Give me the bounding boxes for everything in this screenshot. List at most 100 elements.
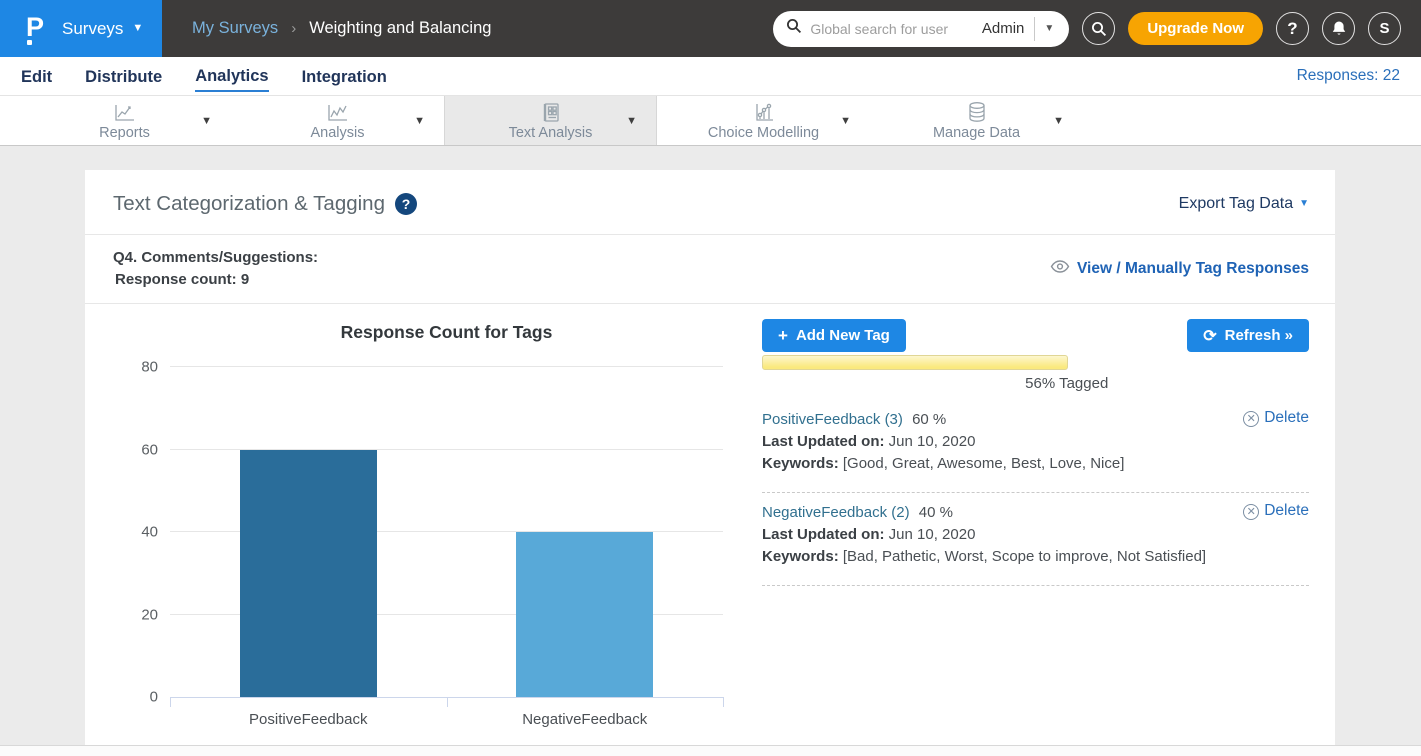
questionpro-logo-icon: P [26,14,48,44]
search-icon [786,18,802,39]
database-icon [966,101,988,123]
tag-row-negativefeedback: NegativeFeedback (2) 40 % Last Updated o… [762,493,1309,586]
view-manually-tag-link[interactable]: View / Manually Tag Responses [1050,260,1309,278]
keywords-value: [Bad, Pathetic, Worst, Scope to improve,… [843,548,1206,565]
breadcrumb-current-survey: Weighting and Balancing [309,19,491,38]
search-scope-selector[interactable]: Admin [982,20,1025,37]
chevron-down-icon[interactable]: ▼ [626,116,637,127]
tab-label: Reports [99,125,150,141]
export-tag-data-dropdown[interactable]: Export Tag Data ▼ [1179,195,1309,213]
survey-nav: Edit Distribute Analytics Integration Re… [0,57,1421,96]
tab-label: Manage Data [933,125,1020,141]
tagged-progress-fill [762,355,1068,370]
x-axis-tick [723,697,724,707]
refresh-button[interactable]: ⟳ Refresh » [1187,319,1309,352]
x-label-negativefeedback: NegativeFeedback [447,711,724,728]
nav-analytics[interactable]: Analytics [195,60,268,92]
tag-name-link[interactable]: NegativeFeedback (2) [762,504,910,521]
help-button[interactable]: ? [1276,12,1309,45]
tab-choice-modelling[interactable]: Choice Modelling ▼ [657,96,870,145]
chart-plot-wrap: 020406080 [170,367,723,698]
bar-positivefeedback[interactable] [240,450,377,698]
x-axis-tick [170,697,171,707]
nav-integration[interactable]: Integration [302,61,387,91]
question-row: Q4. Comments/Suggestions: Response count… [85,235,1335,304]
keywords-value: [Good, Great, Awesome, Best, Love, Nice] [843,455,1125,472]
plus-icon: + [778,326,788,346]
upgrade-now-button[interactable]: Upgrade Now [1128,12,1263,45]
responses-count[interactable]: Responses: 22 [1297,67,1400,85]
tab-analysis[interactable]: Analysis ▼ [231,96,444,145]
y-axis-tick-label: 80 [141,359,158,376]
page-title: Text Categorization & Tagging [113,192,385,216]
text-analysis-card: Text Categorization & Tagging ? Export T… [85,170,1335,745]
breadcrumb: My Surveys › Weighting and Balancing [192,19,491,38]
top-header-bar: P Surveys ▼ My Surveys › Weighting and B… [0,0,1421,57]
add-new-tag-button[interactable]: + Add New Tag [762,319,906,352]
global-search[interactable]: Admin ▼ [773,11,1069,47]
nav-distribute[interactable]: Distribute [85,61,162,91]
reports-chart-icon [113,101,137,123]
x-axis-tick [447,697,448,707]
global-search-input[interactable] [810,21,978,37]
circled-x-icon: ✕ [1243,504,1259,520]
chevron-down-icon[interactable]: ▼ [1053,116,1064,127]
title-help-icon[interactable]: ? [395,193,417,215]
tag-name-link[interactable]: PositiveFeedback (3) [762,411,903,428]
tagged-progress-bar [762,355,1309,370]
search-scope-caret-icon[interactable]: ▼ [1035,24,1063,34]
tab-reports[interactable]: Reports ▼ [18,96,231,145]
analysis-chart-icon [326,101,350,123]
delete-tag-button[interactable]: ✕ Delete [1243,409,1309,475]
bar-negativefeedback[interactable] [516,532,653,697]
y-axis-tick-label: 0 [150,689,158,706]
chevron-down-icon: ▼ [132,23,143,34]
tab-label: Analysis [311,125,365,141]
product-switcher[interactable]: P Surveys ▼ [0,0,162,57]
choice-modelling-icon [752,101,776,123]
y-axis-tick-label: 20 [141,606,158,623]
response-count-label: Response count: 9 [113,269,318,291]
question-label: Q4. Comments/Suggestions: [113,247,318,269]
delete-tag-button[interactable]: ✕ Delete [1243,502,1309,568]
keywords-label: Keywords: [762,455,839,472]
product-name: Surveys [62,19,123,39]
notifications-bell-button[interactable] [1322,12,1355,45]
eye-icon [1050,260,1070,278]
search-button[interactable] [1082,12,1115,45]
last-updated-value: Jun 10, 2020 [889,526,976,543]
tag-percent: 40 % [919,504,953,521]
analytics-tab-bar: Reports ▼ Analysis ▼ Text Analysis ▼ Cho… [0,96,1421,146]
content-row: Response Count for Tags 020406080 Positi… [85,304,1335,728]
tags-panel: + Add New Tag ⟳ Refresh » 56% Tagged [762,314,1309,728]
keywords-label: Keywords: [762,548,839,565]
question-info: Q4. Comments/Suggestions: Response count… [113,247,318,291]
card-header: Text Categorization & Tagging ? Export T… [85,170,1335,235]
tagged-progress-label: 56% Tagged [762,375,1108,392]
chevron-down-icon[interactable]: ▼ [840,116,851,127]
tag-list: PositiveFeedback (3) 60 % Last Updated o… [762,406,1309,586]
y-axis-tick-label: 60 [141,441,158,458]
page-background: Text Categorization & Tagging ? Export T… [0,146,1421,745]
topbar-actions: Admin ▼ Upgrade Now ? S [773,11,1421,47]
circled-x-icon: ✕ [1243,411,1259,427]
tab-label: Choice Modelling [708,125,819,141]
tag-percent: 60 % [912,411,946,428]
breadcrumb-separator-icon: › [291,20,296,37]
chart-plot-area: 020406080 [170,367,723,698]
refresh-icon: ⟳ [1203,326,1216,346]
tab-text-analysis[interactable]: Text Analysis ▼ [444,96,657,145]
tag-row-positivefeedback: PositiveFeedback (3) 60 % Last Updated o… [762,406,1309,493]
tab-label: Text Analysis [509,125,593,141]
breadcrumb-my-surveys[interactable]: My Surveys [192,19,278,38]
footer-strip [0,745,1421,756]
user-avatar[interactable]: S [1368,12,1401,45]
text-analysis-icon [541,101,561,123]
chevron-down-icon[interactable]: ▼ [201,116,212,127]
nav-edit[interactable]: Edit [21,61,52,91]
chevron-down-icon[interactable]: ▼ [414,116,425,127]
tab-manage-data[interactable]: Manage Data ▼ [870,96,1083,145]
last-updated-label: Last Updated on: [762,433,885,450]
tags-panel-buttons: + Add New Tag ⟳ Refresh » [762,319,1309,352]
chart-title: Response Count for Tags [170,322,723,343]
